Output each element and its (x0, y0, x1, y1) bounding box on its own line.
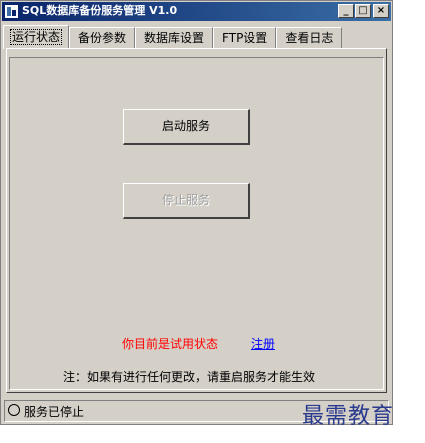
tab-backup-params[interactable]: 备份参数 (69, 27, 136, 49)
trial-status-text: 你目前是试用状态 (122, 337, 219, 351)
restart-note: 注：如果有进行任何更改，请重启服务才能生效 (63, 370, 316, 384)
service-status-text: 服务已停止 (24, 405, 85, 419)
minimize-button[interactable]: _ (338, 4, 354, 18)
tab-strip: 运行状态 备份参数 数据库设置 FTP设置 查看日志 (3, 25, 343, 49)
watermark: 最需教育 (302, 404, 395, 429)
close-button[interactable]: × (373, 4, 389, 18)
maximize-button[interactable]: □ (355, 4, 371, 18)
window-title: SQL数据库备份服务管理 V1.0 (22, 4, 178, 17)
app-icon (5, 5, 18, 18)
circle-icon (8, 404, 20, 416)
app-window: SQL数据库备份服务管理 V1.0 _ □ × 运行状态 备份参数 数据库设置 … (0, 0, 393, 425)
tab-run-status[interactable]: 运行状态 (3, 25, 70, 49)
tab-database-settings[interactable]: 数据库设置 (135, 27, 214, 49)
tab-ftp-settings[interactable]: FTP设置 (213, 27, 277, 49)
window-controls: _ □ × (337, 4, 389, 18)
tab-view-log[interactable]: 查看日志 (276, 27, 343, 49)
register-link[interactable]: 注册 (251, 335, 275, 352)
tab-label: 运行状态 (10, 29, 63, 45)
start-service-button[interactable]: 启动服务 (123, 109, 250, 145)
stop-service-button: 停止服务 (123, 183, 250, 219)
title-bar[interactable]: SQL数据库备份服务管理 V1.0 _ □ × (2, 2, 391, 21)
